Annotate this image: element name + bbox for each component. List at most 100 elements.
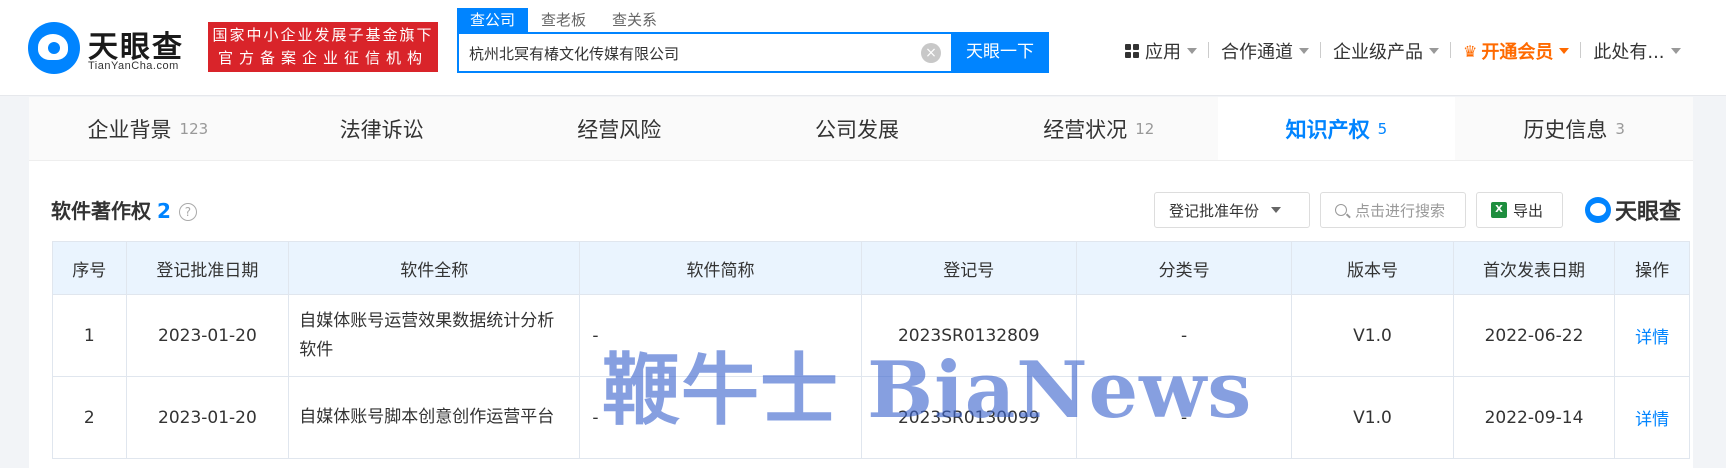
cell-version: V1.0 <box>1291 376 1454 459</box>
tab-label: 公司发展 <box>815 117 900 142</box>
tab-history[interactable]: 历史信息 3 <box>1455 97 1693 160</box>
col-header: 软件全称 <box>288 241 581 295</box>
cell-no: 1 <box>52 294 127 377</box>
apps-grid-icon <box>1125 44 1139 58</box>
col-header: 操作 <box>1614 241 1690 295</box>
col-header: 登记批准日期 <box>125 241 290 295</box>
table-header-row: 序号 登记批准日期 软件全称 软件简称 登记号 分类号 版本号 首次发表日期 操… <box>52 241 1690 295</box>
section-tabs: 企业背景 123 法律诉讼 经营风险 公司发展 经营状况 12 知识产权 5 历史信息… <box>29 97 1693 161</box>
cell-version: V1.0 <box>1291 294 1454 377</box>
excel-icon: X <box>1491 202 1507 218</box>
col-header: 登记号 <box>860 241 1077 295</box>
cell-publish: 2022-09-14 <box>1452 376 1616 459</box>
tab-label: 知识产权 <box>1285 117 1370 142</box>
watermark-text: 天眼查 <box>1615 200 1682 225</box>
tianyancha-watermark: 天眼查 <box>1585 194 1681 226</box>
chevron-down-icon <box>1559 48 1570 54</box>
export-label: 导出 <box>1513 201 1544 220</box>
cell-date: 2023-01-20 <box>125 376 290 459</box>
cell-reg: 2023SR0130099 <box>860 376 1077 459</box>
panel-title: 软件著作权 2? <box>51 195 197 224</box>
cell-op: 详情 <box>1614 376 1690 459</box>
tab-label: 经营状况 <box>1043 117 1128 142</box>
search-area: 查公司 查老板 查关系 杭州北冥有椿文化传媒有限公司 × 天眼一下 <box>457 8 1049 73</box>
software-copyright-panel: 软件著作权 2? 登记批准年份 点击进行搜索 X 导出 天眼查 序号 登记批准日期… <box>29 161 1693 468</box>
eye-logo-icon <box>28 22 80 74</box>
chevron-down-icon <box>1271 207 1282 213</box>
cell-date: 2023-01-20 <box>125 294 290 377</box>
tab-risk[interactable]: 经营风险 <box>504 97 742 160</box>
nav-apps-label: 应用 <box>1145 42 1181 63</box>
tianyancha-logo[interactable]: 天眼查 TianYanCha.com <box>28 20 188 76</box>
top-nav: 应用 合作通道 企业级产品 ♛ 开通会员 此处有... <box>1113 38 1693 64</box>
tab-boss[interactable]: 查老板 <box>528 8 599 32</box>
cell-name: 自媒体账号运营效果数据统计分析软件 <box>288 294 581 377</box>
nav-enterprise[interactable]: 企业级产品 <box>1321 38 1451 64</box>
tab-operations[interactable]: 经营状况 12 <box>980 97 1218 160</box>
tab-background[interactable]: 企业背景 123 <box>29 97 267 160</box>
tab-litigation[interactable]: 法律诉讼 <box>267 97 505 160</box>
chevron-down-icon <box>1670 48 1681 54</box>
help-icon[interactable]: ? <box>178 203 197 221</box>
detail-link[interactable]: 详情 <box>1635 410 1669 430</box>
cell-class: - <box>1075 376 1293 459</box>
tab-label: 经营风险 <box>577 117 662 142</box>
nav-channel-label: 合作通道 <box>1221 42 1293 63</box>
nav-user-label: 此处有... <box>1593 42 1665 63</box>
header: 天眼查 TianYanCha.com 国家中小企业发展子基金旗下 官方备案企业征… <box>0 0 1726 96</box>
cell-class: - <box>1075 294 1293 377</box>
col-header: 序号 <box>52 241 127 295</box>
tab-count: 123 <box>179 119 209 138</box>
badge-line-1: 国家中小企业发展子基金旗下 <box>212 26 434 44</box>
eye-logo-icon <box>1585 197 1611 223</box>
clear-icon[interactable]: × <box>921 43 941 63</box>
tab-label: 法律诉讼 <box>339 117 424 142</box>
nav-enterprise-label: 企业级产品 <box>1333 42 1423 63</box>
tab-company[interactable]: 查公司 <box>457 8 529 32</box>
brand-domain: TianYanCha.com <box>88 60 179 72</box>
nav-apps[interactable]: 应用 <box>1113 38 1209 64</box>
cell-name: 自媒体账号脚本创意创作运营平台 <box>288 376 581 459</box>
search-input[interactable]: 杭州北冥有椿文化传媒有限公司 × <box>457 32 951 73</box>
search-button[interactable]: 天眼一下 <box>951 32 1049 73</box>
cell-abbr: - <box>579 294 862 377</box>
search-query: 杭州北冥有椿文化传媒有限公司 <box>469 45 680 63</box>
detail-link[interactable]: 详情 <box>1635 328 1669 348</box>
tab-count: 12 <box>1135 119 1155 138</box>
tab-count: 3 <box>1615 119 1625 138</box>
search-placeholder: 点击进行搜索 <box>1355 201 1446 220</box>
tab-label: 历史信息 <box>1523 117 1608 142</box>
cell-publish: 2022-06-22 <box>1452 294 1616 377</box>
panel-count: 2 <box>157 199 171 223</box>
panel-title-text: 软件著作权 <box>51 199 151 223</box>
tab-relation[interactable]: 查关系 <box>599 8 670 32</box>
tab-ip[interactable]: 知识产权 5 <box>1217 97 1456 160</box>
col-header: 分类号 <box>1075 241 1293 295</box>
nav-channel[interactable]: 合作通道 <box>1209 38 1321 64</box>
tab-development[interactable]: 公司发展 <box>742 97 980 160</box>
crown-icon: ♛ <box>1463 41 1478 61</box>
cell-op: 详情 <box>1614 294 1690 377</box>
nav-vip[interactable]: ♛ 开通会员 <box>1451 38 1582 64</box>
export-button[interactable]: X 导出 <box>1476 192 1563 228</box>
chevron-down-icon <box>1187 48 1197 54</box>
table-row: 1 2023-01-20 自媒体账号运营效果数据统计分析软件 - 2023SR0… <box>52 294 1690 377</box>
year-filter-dropdown[interactable]: 登记批准年份 <box>1154 192 1310 228</box>
cell-no: 2 <box>52 376 127 459</box>
table-row: 2 2023-01-20 自媒体账号脚本创意创作运营平台 - 2023SR013… <box>52 376 1690 459</box>
search-type-tabs: 查公司 查老板 查关系 <box>457 8 670 32</box>
cell-reg: 2023SR0132809 <box>860 294 1077 377</box>
chevron-down-icon <box>1429 48 1439 54</box>
badge-line-2: 官方备案企业征信机构 <box>217 49 428 67</box>
col-header: 版本号 <box>1291 241 1454 295</box>
copyright-table: 序号 登记批准日期 软件全称 软件简称 登记号 分类号 版本号 首次发表日期 操… <box>52 241 1690 459</box>
official-badge: 国家中小企业发展子基金旗下 官方备案企业征信机构 <box>208 22 438 72</box>
col-header: 首次发表日期 <box>1452 241 1616 295</box>
table-search-input[interactable]: 点击进行搜索 <box>1320 192 1466 228</box>
tab-label: 企业背景 <box>87 117 172 142</box>
nav-vip-label: 开通会员 <box>1481 42 1554 63</box>
nav-user[interactable]: 此处有... <box>1581 38 1692 64</box>
search-icon <box>1335 204 1347 216</box>
chevron-down-icon <box>1299 48 1309 54</box>
tab-count: 5 <box>1377 119 1388 138</box>
